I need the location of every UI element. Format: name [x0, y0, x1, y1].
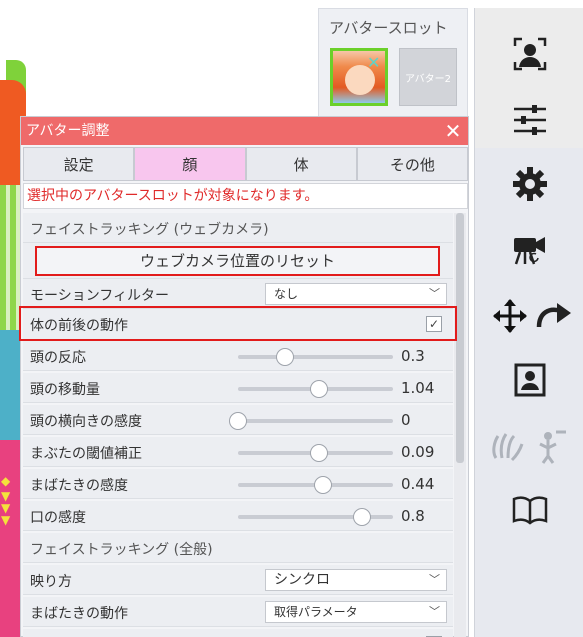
avatar-slot-2[interactable]: アバター2	[399, 48, 457, 106]
avatar-slot-title: アバタースロット	[329, 19, 448, 37]
slider-value: 0.3	[401, 347, 425, 365]
section-header-webcam: フェイストラッキング (ウェブカメラ)	[23, 213, 453, 243]
person-focus-icon	[513, 37, 546, 71]
section-header-general: フェイストラッキング (全般)	[23, 533, 453, 563]
slider-label: まぶたの閾値補正	[30, 446, 142, 462]
gear-icon	[512, 167, 547, 201]
slider-value: 0.09	[401, 443, 435, 461]
webcam-reset-button[interactable]: ウェブカメラ位置のリセット	[35, 246, 440, 276]
camera-icon	[513, 237, 545, 265]
portrait-icon	[514, 363, 545, 397]
portrait-button[interactable]	[475, 352, 583, 408]
gesture-icon	[491, 430, 566, 464]
avatar-outfit-middle	[0, 330, 22, 440]
chevron-down-icon: ﹀	[429, 287, 440, 300]
reset-row: ウェブカメラ位置のリセット	[23, 243, 453, 279]
tab-settings[interactable]: 設定	[23, 147, 135, 181]
right-toolbar	[474, 8, 583, 637]
slider-value: 0	[401, 411, 411, 429]
highlight-box	[19, 306, 457, 341]
tab-body[interactable]: 体	[245, 147, 357, 181]
panel-tabs: 設定 顔 体 その他	[23, 147, 468, 181]
scrollbar-thumb[interactable]	[456, 213, 464, 463]
gesture-button[interactable]	[475, 418, 583, 474]
slider-thumb[interactable]	[229, 412, 247, 430]
slider-value: 0.44	[401, 475, 435, 493]
slider-label: 頭の反応	[30, 350, 86, 366]
slider-thumb[interactable]	[309, 444, 328, 462]
slider-track[interactable]	[229, 412, 393, 430]
person-focus-button[interactable]	[475, 26, 583, 82]
close-icon[interactable]: ✕	[442, 120, 464, 142]
reflection-row: 映り方 シンクロ ﹀	[23, 565, 453, 595]
tab-other[interactable]: その他	[356, 147, 468, 181]
blink-motion-row: まばたきの動作 取得パラメータ ﹀	[23, 597, 453, 627]
slider-label: まばたきの感度	[30, 478, 128, 494]
reflection-label: 映り方	[30, 574, 72, 590]
slider-thumb[interactable]	[314, 476, 333, 494]
tab-face[interactable]: 顔	[134, 147, 246, 181]
target-notice: 選択中のアバタースロットが対象になります。	[23, 183, 468, 209]
chevron-down-icon: ﹀	[429, 573, 440, 586]
slider-value: 1.04	[401, 379, 435, 397]
slider-row: まばたきの感度 0.44	[23, 469, 453, 499]
slider-label: 口の感度	[30, 510, 86, 526]
blink-motion-value: 取得パラメータ	[274, 605, 358, 619]
avatar-outfit-bottom	[0, 440, 20, 637]
rotate-arrow-icon	[536, 303, 571, 328]
scrollbar[interactable]	[454, 213, 466, 637]
panel-title: アバター調整	[26, 123, 110, 139]
slider-row: 頭の横向きの感度 0	[23, 405, 453, 435]
avatar-slot-panel: アバタースロット ✕ アバター2	[318, 8, 468, 118]
avatar-adjust-panel: アバター調整 ✕ 設定 顔 体 その他 選択中のアバタースロットが対象になります…	[20, 116, 469, 637]
settings-list: フェイストラッキング (ウェブカメラ) ウェブカメラ位置のリセット モーションフ…	[23, 213, 453, 637]
slider-thumb[interactable]	[309, 380, 328, 398]
book-icon	[512, 496, 547, 525]
slider-track[interactable]	[238, 348, 393, 366]
sliders-icon	[513, 105, 546, 135]
panel-header: アバター調整 ✕	[21, 117, 468, 145]
slider-row: 頭の移動量 1.04	[23, 373, 453, 403]
section-title: フェイストラッキング (全般)	[30, 542, 213, 558]
manual-button[interactable]	[475, 482, 583, 538]
section-title: フェイストラッキング (ウェブカメラ)	[30, 222, 269, 238]
slider-row: 頭の反応 0.3	[23, 341, 453, 371]
slider-row: まぶたの閾値補正 0.09	[23, 437, 453, 467]
motion-filter-row: モーションフィルター なし ﹀	[23, 279, 453, 309]
blink-motion-label: まばたきの動作	[30, 606, 128, 622]
settings-button[interactable]	[475, 156, 583, 212]
list-item	[23, 629, 453, 637]
avatar-slot-1[interactable]: ✕	[330, 48, 388, 106]
slider-track[interactable]	[238, 380, 393, 398]
slider-label: 頭の移動量	[30, 382, 100, 398]
slider-label: 頭の横向きの感度	[30, 414, 142, 430]
slider-track[interactable]	[238, 444, 393, 462]
chevron-down-icon: ﹀	[429, 605, 440, 618]
slider-track[interactable]	[238, 508, 393, 526]
rotate-button[interactable]	[499, 288, 583, 344]
star-decoration-icon: ▼	[1, 513, 11, 527]
slider-track[interactable]	[238, 476, 393, 494]
adjust-button[interactable]	[475, 92, 583, 148]
star-decoration-icon: ◆	[1, 474, 11, 488]
slider-row: 口の感度 0.8	[23, 501, 453, 531]
slider-value: 0.8	[401, 507, 425, 525]
hair-clip-icon: ✕	[367, 53, 381, 72]
motion-filter-label: モーションフィルター	[30, 288, 170, 304]
motion-filter-value: なし	[274, 287, 299, 301]
slider-thumb[interactable]	[353, 508, 371, 526]
reflection-value: シンクロ	[274, 572, 330, 588]
blink-motion-select[interactable]: 取得パラメータ ﹀	[265, 601, 447, 623]
camera-button[interactable]	[475, 221, 583, 277]
slider-thumb[interactable]	[275, 348, 294, 366]
motion-filter-select[interactable]: なし ﹀	[265, 283, 447, 305]
reflection-select[interactable]: シンクロ ﹀	[265, 569, 447, 591]
